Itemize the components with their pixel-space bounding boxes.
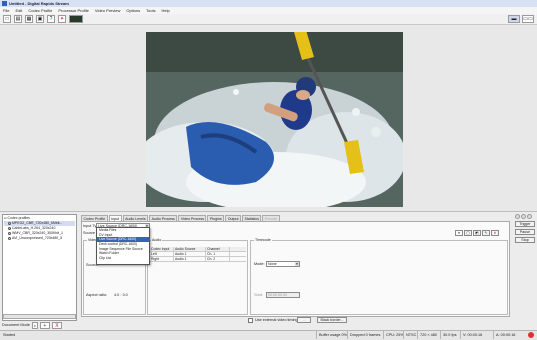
profile-icon: [8, 237, 11, 240]
pause-button[interactable]: Pause: [515, 229, 535, 235]
profile-icon: [8, 222, 11, 225]
frame-rate: 30.0 fps: [440, 331, 459, 339]
toolbar: □ ▤ ▦ ▣ ? ✦: [0, 14, 537, 25]
table-cell[interactable]: Audio 1: [174, 257, 206, 261]
encode-controls: Trigger Pause Stop: [515, 214, 535, 243]
collapse-icon[interactable]: ⊟: [4, 216, 7, 221]
table-cell[interactable]: Ch. 2: [206, 257, 230, 261]
chevron-down-icon: ▼: [295, 262, 299, 266]
timecode-mode-select[interactable]: None ▼: [266, 261, 300, 267]
audio-legend: Audio: [151, 238, 163, 242]
settings-icon[interactable]: ✦: [58, 15, 66, 23]
edit-icon[interactable]: ✎: [482, 230, 490, 236]
document-mode-label: Document Mode: [2, 323, 30, 327]
view-toggle-group: ▬ ▭▭: [508, 15, 534, 23]
start-label: Start:: [254, 293, 264, 297]
status-alert-icon: [528, 332, 534, 338]
table-cell[interactable]: Ch. 1: [206, 252, 230, 256]
menu-processor-profile[interactable]: Processor Profile: [58, 8, 88, 13]
timecode-group: Timecode: [250, 238, 508, 315]
stop-button[interactable]: Stop: [515, 237, 535, 243]
timecode-mode-value: None: [268, 262, 277, 266]
menu-help[interactable]: Help: [161, 8, 169, 13]
external-timing-label: Use external video timing: [255, 318, 298, 322]
table-cell: Left: [150, 252, 174, 256]
meter-icon[interactable]: [69, 15, 83, 23]
split-view-icon[interactable]: ▭▭: [522, 15, 534, 23]
profile-icon: [8, 232, 11, 235]
aspect-ratio-label: Aspect ratio:: [86, 293, 108, 297]
kayaker-video-frame: [146, 32, 403, 207]
menu-edit[interactable]: Edit: [15, 8, 22, 13]
title-bar: Untitled - Digital Rapids Stream: [0, 0, 537, 7]
menu-options[interactable]: Options: [126, 8, 140, 13]
input-type-dropdown-list: Media Files DV Input Live Source (DRC-16…: [96, 227, 150, 265]
aspect-ratio-value: 4.0 : 3.0: [114, 293, 128, 297]
resolution: 720 × 480: [417, 331, 439, 339]
external-timing-checkbox[interactable]: [248, 318, 253, 323]
tree-item[interactable]: AVI_Uncompressed_720x480_5: [4, 236, 75, 241]
menu-codec-profile[interactable]: Codec Profile: [28, 8, 52, 13]
audio-mapping-table: Codec Input Audio Source Channel Left Au…: [150, 247, 246, 262]
save-profile-icon[interactable]: ◩: [473, 230, 481, 236]
remove-profile-button[interactable]: X: [51, 321, 62, 329]
black-border-button[interactable]: Black border...: [317, 317, 347, 323]
single-view-icon[interactable]: ▬: [508, 15, 520, 23]
profiles-horizontal-scrollbar[interactable]: [3, 314, 76, 319]
tree-item-label: AVI_Uncompressed_720x480_5: [12, 236, 63, 240]
dropdown-option[interactable]: Clip List: [97, 256, 149, 261]
help-icon[interactable]: ?: [47, 15, 55, 23]
mode-dropdown-icon[interactable]: ▾: [31, 321, 38, 329]
menu-video-preview[interactable]: Video Preview: [95, 8, 121, 13]
delete-icon[interactable]: ✕: [491, 230, 499, 236]
add-profile-button[interactable]: +: [39, 321, 50, 329]
document-mode-bar: Document Mode ▾ + X: [2, 321, 77, 329]
stop-indicator-icon: [527, 214, 532, 219]
start-timecode-value: 00:00:00:00: [268, 293, 287, 297]
menu-bar: File Edit Codec Profile Processor Profil…: [0, 7, 537, 14]
table-cell[interactable]: Audio 1: [174, 252, 206, 256]
column-header: Audio Source: [174, 247, 206, 251]
copy-icon[interactable]: ▢: [464, 230, 472, 236]
app-icon: [2, 1, 7, 6]
start-timecode-input: 00:00:00:00: [266, 292, 300, 298]
window-title: Untitled - Digital Rapids Stream: [9, 1, 69, 6]
table-row[interactable]: Right Audio 1 Ch. 2: [150, 257, 246, 262]
audio-timecode: A: 00:00:16: [493, 331, 517, 339]
mode-label: Mode:: [254, 262, 265, 266]
trigger-button[interactable]: Trigger: [515, 221, 535, 227]
profile-icon: [8, 227, 11, 230]
record-indicator-icon: [515, 214, 520, 219]
video-timecode: V: 00:00:16: [460, 331, 484, 339]
external-timing-more-button: ...: [297, 317, 311, 323]
open-icon[interactable]: ▤: [14, 15, 22, 23]
dropped-frames: Dropped 0 frames: [347, 331, 382, 339]
menu-file[interactable]: File: [3, 8, 9, 13]
column-header: Codec Input: [150, 247, 174, 251]
save-icon[interactable]: ▦: [25, 15, 33, 23]
column-header: Channel: [206, 247, 230, 251]
video-preview: [146, 32, 403, 207]
status-text: Started: [3, 333, 16, 337]
profile-select-icon[interactable]: ▾: [455, 230, 463, 236]
source-profile-actions: ▾ ▢ ◩ ✎ ✕: [455, 230, 499, 236]
table-cell: Right: [150, 257, 174, 261]
transport-indicators: [515, 214, 535, 219]
buffer-usage: Buffer usage 0%: [316, 331, 349, 339]
timecode-legend: Timecode: [254, 238, 272, 242]
menu-tools[interactable]: Tools: [146, 8, 155, 13]
new-icon[interactable]: □: [3, 15, 11, 23]
print-icon[interactable]: ▣: [36, 15, 44, 23]
codec-profiles-tree: ⊟ Codec profiles MPEG2_CBR_720x480_6Mbit…: [2, 214, 77, 321]
pause-indicator-icon: [521, 214, 526, 219]
